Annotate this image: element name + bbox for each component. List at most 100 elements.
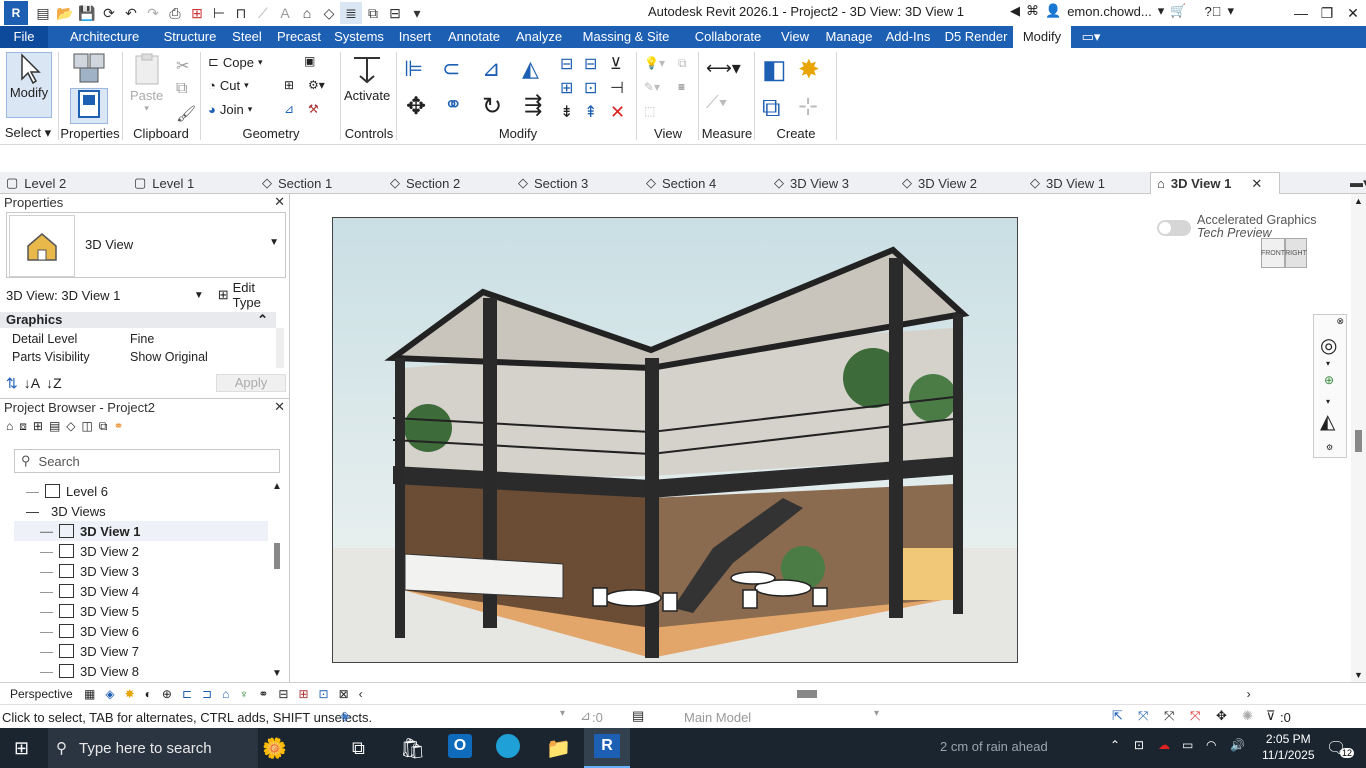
home-icon[interactable]: ⌂ — [6, 419, 13, 434]
view-tab-level-1[interactable]: ▢ Level 1 — [134, 172, 194, 194]
split-element-icon[interactable]: ⊟ — [560, 54, 573, 74]
cut-button[interactable]: ◔ Cut ▾ — [208, 78, 249, 93]
wheel-dropdown-icon[interactable]: ▾ — [1326, 359, 1330, 368]
tab-massing-site[interactable]: Massing & Site — [565, 26, 687, 48]
sun-path-icon[interactable]: ✸ — [125, 687, 135, 701]
print-icon[interactable]: ⎙ — [164, 2, 186, 24]
pin-icon[interactable]: ⊣ — [610, 78, 624, 98]
sort-descending-icon[interactable]: ↓Z — [46, 375, 62, 391]
rotate-icon[interactable]: ↻ — [482, 92, 502, 121]
drawing-area[interactable]: Accelerated Graphics Tech Preview FRONT … — [291, 194, 1351, 682]
browser-scrollbar[interactable]: ▲ ▼ — [270, 481, 284, 679]
worksets-icon[interactable]: ⊿ — [580, 708, 591, 724]
sort-ascending-icon[interactable]: ↓A — [24, 375, 40, 391]
meet-now-icon[interactable]: ⊡ — [1134, 738, 1144, 752]
close-tab-icon[interactable]: ✕ — [1251, 176, 1262, 192]
model-dropdown-icon[interactable]: ▾ — [874, 708, 879, 719]
constraints-icon[interactable]: ⊠ — [339, 687, 349, 701]
shadows-icon[interactable]: ◐ — [145, 687, 152, 701]
prop-row-parts-visibility[interactable]: Parts Visibility Show Original — [0, 348, 270, 366]
select-pinned-icon[interactable]: ⤧ — [1164, 708, 1174, 724]
properties-button[interactable] — [70, 88, 108, 124]
tab-view[interactable]: View — [769, 26, 821, 48]
trim-multiple-icon[interactable]: ⇞ — [584, 102, 597, 122]
analysis-display-icon[interactable]: ⊞ — [298, 687, 308, 701]
split-gap-icon[interactable]: ⊟ — [584, 54, 597, 74]
view-tab-section-4[interactable]: ◇ Section 4 — [646, 172, 716, 194]
steering-wheel-icon[interactable]: ◎ — [1320, 333, 1337, 358]
cut-scissors-icon[interactable]: ✂ — [176, 56, 189, 76]
section-qat-icon[interactable]: ◇ — [318, 2, 340, 24]
render-icon[interactable]: ⊕ — [162, 687, 172, 701]
trim-extend-icon[interactable]: ⇶ — [524, 92, 542, 118]
join-button[interactable]: ◕ Join ▾ — [208, 102, 252, 117]
scale-icon[interactable]: ⊡ — [584, 78, 597, 98]
customize-qat-icon[interactable]: ▾ — [406, 2, 428, 24]
apply-button[interactable]: Apply — [216, 374, 286, 392]
tab-precast[interactable]: Precast — [275, 26, 323, 48]
ribbon-minimize-icon[interactable]: ▭▾ — [1071, 26, 1111, 48]
instance-dropdown-icon[interactable]: ▼ — [194, 290, 204, 301]
user-icon[interactable]: 👤 — [1045, 3, 1061, 19]
tab-list-dropdown-icon[interactable]: ▬▾ — [1350, 172, 1366, 194]
select-underlay-icon[interactable]: ⤧ — [1138, 708, 1148, 724]
move-icon[interactable]: ✥ — [406, 92, 426, 121]
minimize-icon[interactable]: — — [1288, 0, 1314, 26]
help-dropdown-icon[interactable]: ▾ — [1227, 3, 1234, 19]
worksharing-display-icon[interactable]: ⊟ — [278, 687, 288, 701]
tab-d5-render[interactable]: D5 Render — [939, 26, 1013, 48]
drag-elements-icon[interactable]: ✥ — [1216, 708, 1227, 724]
select-by-face-icon[interactable]: ⤧ — [1190, 708, 1200, 724]
measure-icon[interactable]: ⊢ — [208, 2, 230, 24]
tab-structure[interactable]: Structure — [161, 26, 219, 48]
select-links-icon[interactable]: ⇱ — [1112, 708, 1123, 724]
clock[interactable]: 2:05 PM 11/1/2025 — [1262, 731, 1315, 763]
tab-modify[interactable]: Modify — [1013, 26, 1071, 48]
tree-item-3d-view-2[interactable]: —3D View 2 — [40, 541, 139, 561]
panel-select-label[interactable]: Select ▾ — [0, 125, 56, 141]
weather-widget[interactable]: 2 cm of rain ahead — [940, 739, 1048, 754]
view-tab-level-2[interactable]: ▢ Level 2 — [6, 172, 66, 194]
tab-analyze[interactable]: Analyze — [513, 26, 565, 48]
walk-tool-icon[interactable]: ◭ — [1320, 409, 1335, 434]
views-filter-icon[interactable]: ⧈ — [19, 419, 27, 434]
taskbar-search-input[interactable]: ⚲ Type here to search — [48, 728, 258, 768]
tree-item-3d-view-3[interactable]: —3D View 3 — [40, 561, 139, 581]
view-tab-3d-view-1-active[interactable]: ⌂ 3D View 1 ✕ — [1150, 172, 1280, 194]
text-icon[interactable]: A — [274, 2, 296, 24]
remove-paint-icon[interactable]: ⚒ — [308, 102, 319, 116]
type-dropdown-icon[interactable]: ▼ — [269, 237, 279, 248]
tab-architecture[interactable]: Architecture — [48, 26, 161, 48]
close-icon[interactable]: ✕ — [274, 399, 285, 415]
scroll-left-icon[interactable]: ‹ — [359, 687, 363, 701]
offset-icon[interactable]: ⊂ — [442, 56, 460, 82]
tab-collaborate[interactable]: Collaborate — [687, 26, 769, 48]
tab-add-ins[interactable]: Add-Ins — [877, 26, 939, 48]
close-icon[interactable]: ✕ — [1340, 0, 1366, 26]
copy-element-icon[interactable]: ⚭ — [444, 92, 462, 118]
close-icon[interactable]: ✕ — [274, 194, 285, 210]
tree-item-3d-view-5[interactable]: —3D View 5 — [40, 601, 139, 621]
paste-button[interactable]: Paste ▾ — [130, 52, 163, 114]
tag-icon[interactable]: ⟋ — [252, 2, 274, 24]
schedules-icon[interactable]: ⊞ — [33, 419, 43, 434]
create-group-icon[interactable]: ⧉ — [762, 92, 781, 124]
reveal-hidden-icon[interactable]: ⚭ — [258, 687, 268, 701]
task-view-icon[interactable]: ⧉ — [352, 738, 365, 759]
redo-icon[interactable]: ↷ — [142, 2, 164, 24]
visual-style-icon[interactable]: ◈ — [105, 687, 114, 701]
detail-level-icon[interactable]: ▦ — [84, 687, 95, 701]
tree-item-3d-view-8[interactable]: —3D View 8 — [40, 661, 139, 681]
design-options-list-icon[interactable]: ▤ — [632, 708, 644, 724]
tab-annotate[interactable]: Annotate — [435, 26, 513, 48]
3d-view-render[interactable] — [332, 217, 1018, 663]
hide-icon[interactable]: 💡▾ — [644, 56, 665, 70]
sheets-icon[interactable]: ▤ — [49, 419, 60, 434]
export-icon[interactable]: ⊞ — [186, 2, 208, 24]
canvas-horizontal-scrollbar[interactable] — [367, 689, 1247, 699]
highlight-displacement-icon[interactable]: ⊡ — [319, 687, 329, 701]
copy-icon[interactable]: ⧉ — [176, 80, 187, 98]
home-menu-icon[interactable]: ▤ — [32, 2, 54, 24]
browser-search-input[interactable]: ⚲ Search — [14, 449, 280, 473]
view-tab-section-2[interactable]: ◇ Section 2 — [390, 172, 460, 194]
